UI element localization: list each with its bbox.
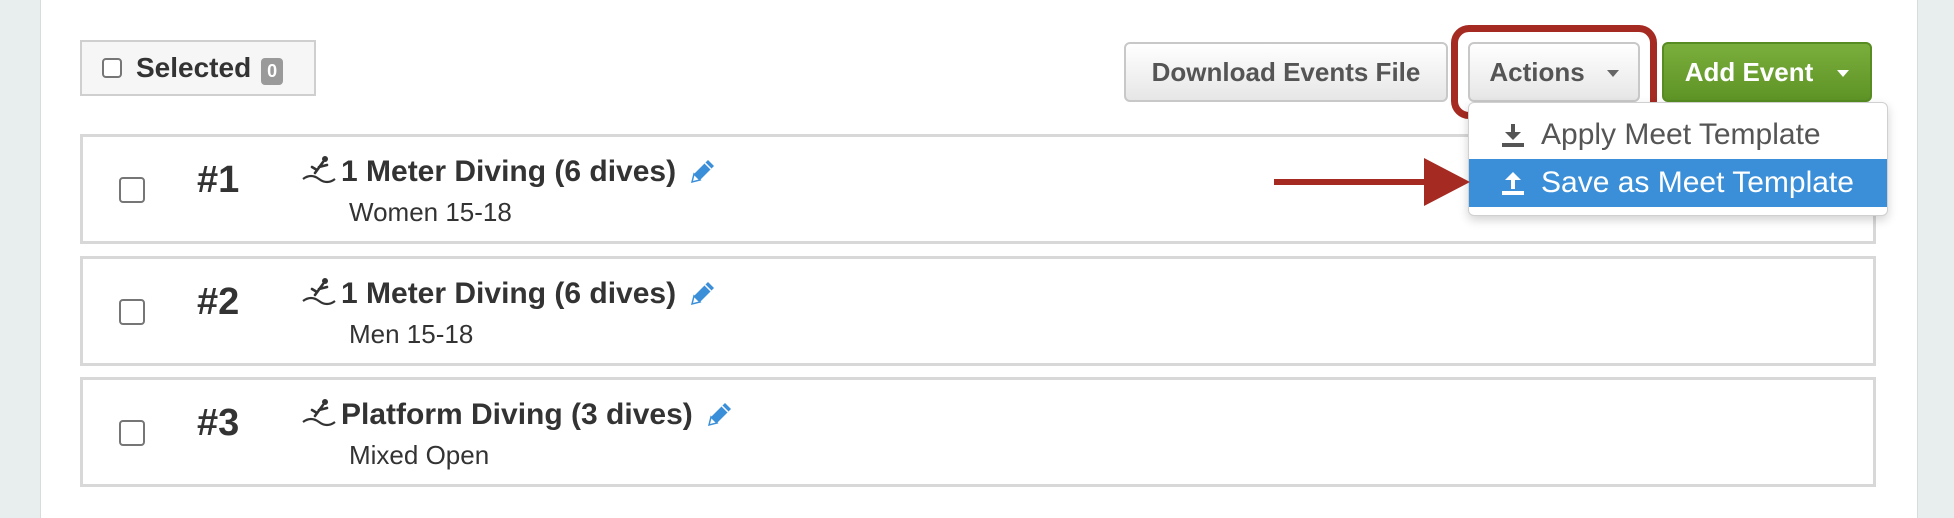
- event-number: #2: [197, 281, 240, 323]
- upload-icon: [1502, 172, 1524, 195]
- event-title-group: 1 Meter Diving (6 dives): [341, 155, 718, 189]
- event-number: #1: [197, 159, 240, 201]
- pencil-edit-icon[interactable]: [686, 278, 718, 310]
- diver-icon: [302, 278, 336, 306]
- event-subtitle: Men 15-18: [349, 319, 474, 349]
- menu-item-save-as-meet-template[interactable]: Save as Meet Template: [1469, 159, 1887, 207]
- add-event-button[interactable]: Add Event: [1662, 42, 1872, 102]
- event-number: #3: [197, 402, 240, 444]
- diver-icon: [302, 399, 336, 427]
- select-all-checkbox[interactable]: [102, 58, 122, 78]
- pencil-edit-icon[interactable]: [686, 156, 718, 188]
- caret-down-icon: [1837, 69, 1850, 77]
- event-row: #2 1 Meter Diving (6 dives) Men 15-18: [80, 256, 1876, 366]
- download-events-file-button[interactable]: Download Events File: [1124, 42, 1448, 102]
- add-event-label: Add Event: [1684, 56, 1814, 87]
- event-title[interactable]: Platform Diving (3 dives): [341, 398, 693, 432]
- download-icon: [1502, 124, 1524, 147]
- event-subtitle: Mixed Open: [349, 440, 490, 470]
- select-all-control[interactable]: Selected 0: [80, 40, 316, 96]
- selected-count-badge: 0: [261, 57, 284, 85]
- event-title[interactable]: 1 Meter Diving (6 dives): [341, 155, 676, 189]
- event-checkbox[interactable]: [119, 420, 145, 446]
- pencil-edit-icon[interactable]: [703, 399, 735, 431]
- event-title-group: 1 Meter Diving (6 dives): [341, 277, 718, 311]
- actions-dropdown-menu: Apply Meet Template Save as Meet Templat…: [1468, 102, 1888, 216]
- event-checkbox[interactable]: [119, 177, 145, 203]
- event-subtitle: Women 15-18: [349, 197, 512, 227]
- event-title[interactable]: 1 Meter Diving (6 dives): [341, 277, 676, 311]
- menu-item-label: Apply Meet Template: [1541, 118, 1821, 151]
- annotation-arrow-icon: [1274, 158, 1470, 206]
- event-row: #3 Platform Diving (3 dives) Mixed Open: [80, 377, 1876, 487]
- menu-item-apply-meet-template[interactable]: Apply Meet Template: [1469, 111, 1887, 159]
- diver-icon: [302, 156, 336, 184]
- event-title-group: Platform Diving (3 dives): [341, 398, 735, 432]
- menu-item-label: Save as Meet Template: [1541, 166, 1854, 199]
- download-events-file-label: Download Events File: [1151, 56, 1421, 87]
- selected-label: Selected: [136, 52, 252, 83]
- event-checkbox[interactable]: [119, 299, 145, 325]
